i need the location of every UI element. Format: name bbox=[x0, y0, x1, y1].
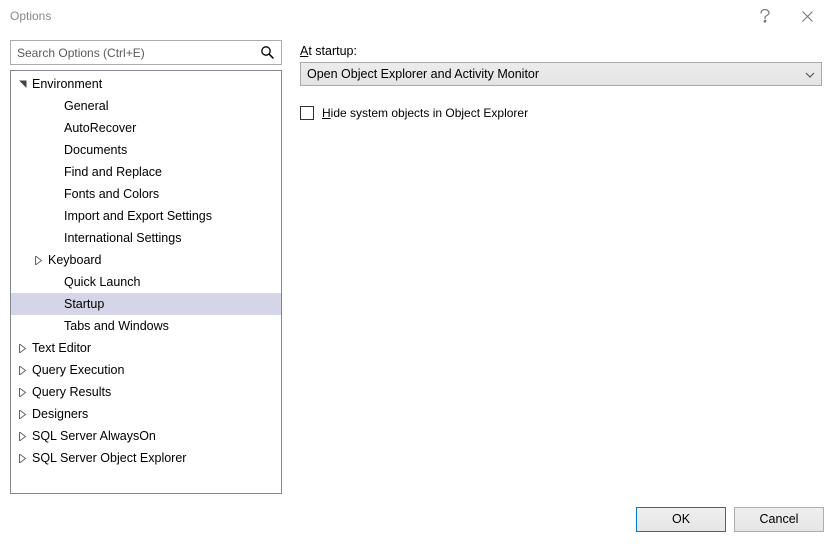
tree-item[interactable]: Import and Export Settings bbox=[11, 205, 281, 227]
tree-item-label: Tabs and Windows bbox=[62, 319, 169, 333]
tree-item-label: Startup bbox=[62, 297, 104, 311]
startup-combo-value: Open Object Explorer and Activity Monito… bbox=[307, 67, 539, 81]
tree-item-label: Query Results bbox=[30, 385, 111, 399]
tree-item[interactable]: Documents bbox=[11, 139, 281, 161]
tree-item[interactable]: SQL Server AlwaysOn bbox=[11, 425, 281, 447]
tree-item-label: AutoRecover bbox=[62, 121, 136, 135]
tree-item-label: Text Editor bbox=[30, 341, 91, 355]
tree-item[interactable]: AutoRecover bbox=[11, 117, 281, 139]
tree-item-label: Find and Replace bbox=[62, 165, 162, 179]
tree-item-label: Query Execution bbox=[30, 363, 124, 377]
expand-icon[interactable] bbox=[15, 388, 30, 397]
tree-item-label: Import and Export Settings bbox=[62, 209, 212, 223]
chevron-down-icon bbox=[805, 67, 815, 81]
tree-item-label: SQL Server Object Explorer bbox=[30, 451, 186, 465]
expand-icon[interactable] bbox=[15, 344, 30, 353]
expand-icon[interactable] bbox=[15, 454, 30, 463]
tree-item[interactable]: Environment bbox=[11, 73, 281, 95]
tree-item-label: Designers bbox=[30, 407, 88, 421]
content-panel: Environment General AutoRecover Documents Fi… bbox=[0, 32, 836, 494]
tree-item[interactable]: Query Results bbox=[11, 381, 281, 403]
hide-system-label: Hide system objects in Object Explorer bbox=[322, 106, 528, 120]
tree-item-label: Keyboard bbox=[46, 253, 102, 267]
cancel-button[interactable]: Cancel bbox=[734, 507, 824, 532]
tree-item[interactable]: General bbox=[11, 95, 281, 117]
tree-item-label: Documents bbox=[62, 143, 127, 157]
hide-system-checkbox[interactable] bbox=[300, 106, 314, 120]
collapse-icon[interactable] bbox=[15, 80, 30, 89]
options-tree[interactable]: Environment General AutoRecover Documents Fi… bbox=[10, 70, 282, 494]
search-input[interactable] bbox=[17, 46, 255, 60]
startup-label: At startup: bbox=[300, 44, 822, 58]
close-button[interactable] bbox=[786, 2, 828, 30]
window-title: Options bbox=[10, 9, 744, 23]
left-pane: Environment General AutoRecover Documents Fi… bbox=[10, 40, 282, 494]
tree-item-label: Environment bbox=[30, 77, 102, 91]
expand-icon[interactable] bbox=[31, 256, 46, 265]
tree-item[interactable]: Quick Launch bbox=[11, 271, 281, 293]
hide-system-row[interactable]: Hide system objects in Object Explorer bbox=[300, 106, 822, 120]
dialog-footer: OK Cancel bbox=[0, 494, 836, 544]
search-input-wrap[interactable] bbox=[10, 40, 282, 65]
tree-item[interactable]: SQL Server Object Explorer bbox=[11, 447, 281, 469]
ok-button[interactable]: OK bbox=[636, 507, 726, 532]
tree-item[interactable]: Fonts and Colors bbox=[11, 183, 281, 205]
tree-item-label: SQL Server AlwaysOn bbox=[30, 429, 156, 443]
tree-item-label: General bbox=[62, 99, 108, 113]
tree-item[interactable]: International Settings bbox=[11, 227, 281, 249]
tree-item[interactable]: Tabs and Windows bbox=[11, 315, 281, 337]
right-pane: At startup: Open Object Explorer and Act… bbox=[282, 40, 826, 494]
tree-item[interactable]: Text Editor bbox=[11, 337, 281, 359]
search-icon bbox=[260, 45, 275, 63]
expand-icon[interactable] bbox=[15, 366, 30, 375]
tree-item[interactable]: Query Execution bbox=[11, 359, 281, 381]
expand-icon[interactable] bbox=[15, 410, 30, 419]
help-button[interactable] bbox=[744, 2, 786, 30]
startup-combo[interactable]: Open Object Explorer and Activity Monito… bbox=[300, 62, 822, 86]
expand-icon[interactable] bbox=[15, 432, 30, 441]
tree-item[interactable]: Find and Replace bbox=[11, 161, 281, 183]
tree-item-label: Quick Launch bbox=[62, 275, 140, 289]
titlebar: Options bbox=[0, 0, 836, 32]
tree-item-label: Fonts and Colors bbox=[62, 187, 159, 201]
tree-item-label: International Settings bbox=[62, 231, 181, 245]
tree-item[interactable]: Startup bbox=[11, 293, 281, 315]
tree-item[interactable]: Designers bbox=[11, 403, 281, 425]
tree-item[interactable]: Keyboard bbox=[11, 249, 281, 271]
